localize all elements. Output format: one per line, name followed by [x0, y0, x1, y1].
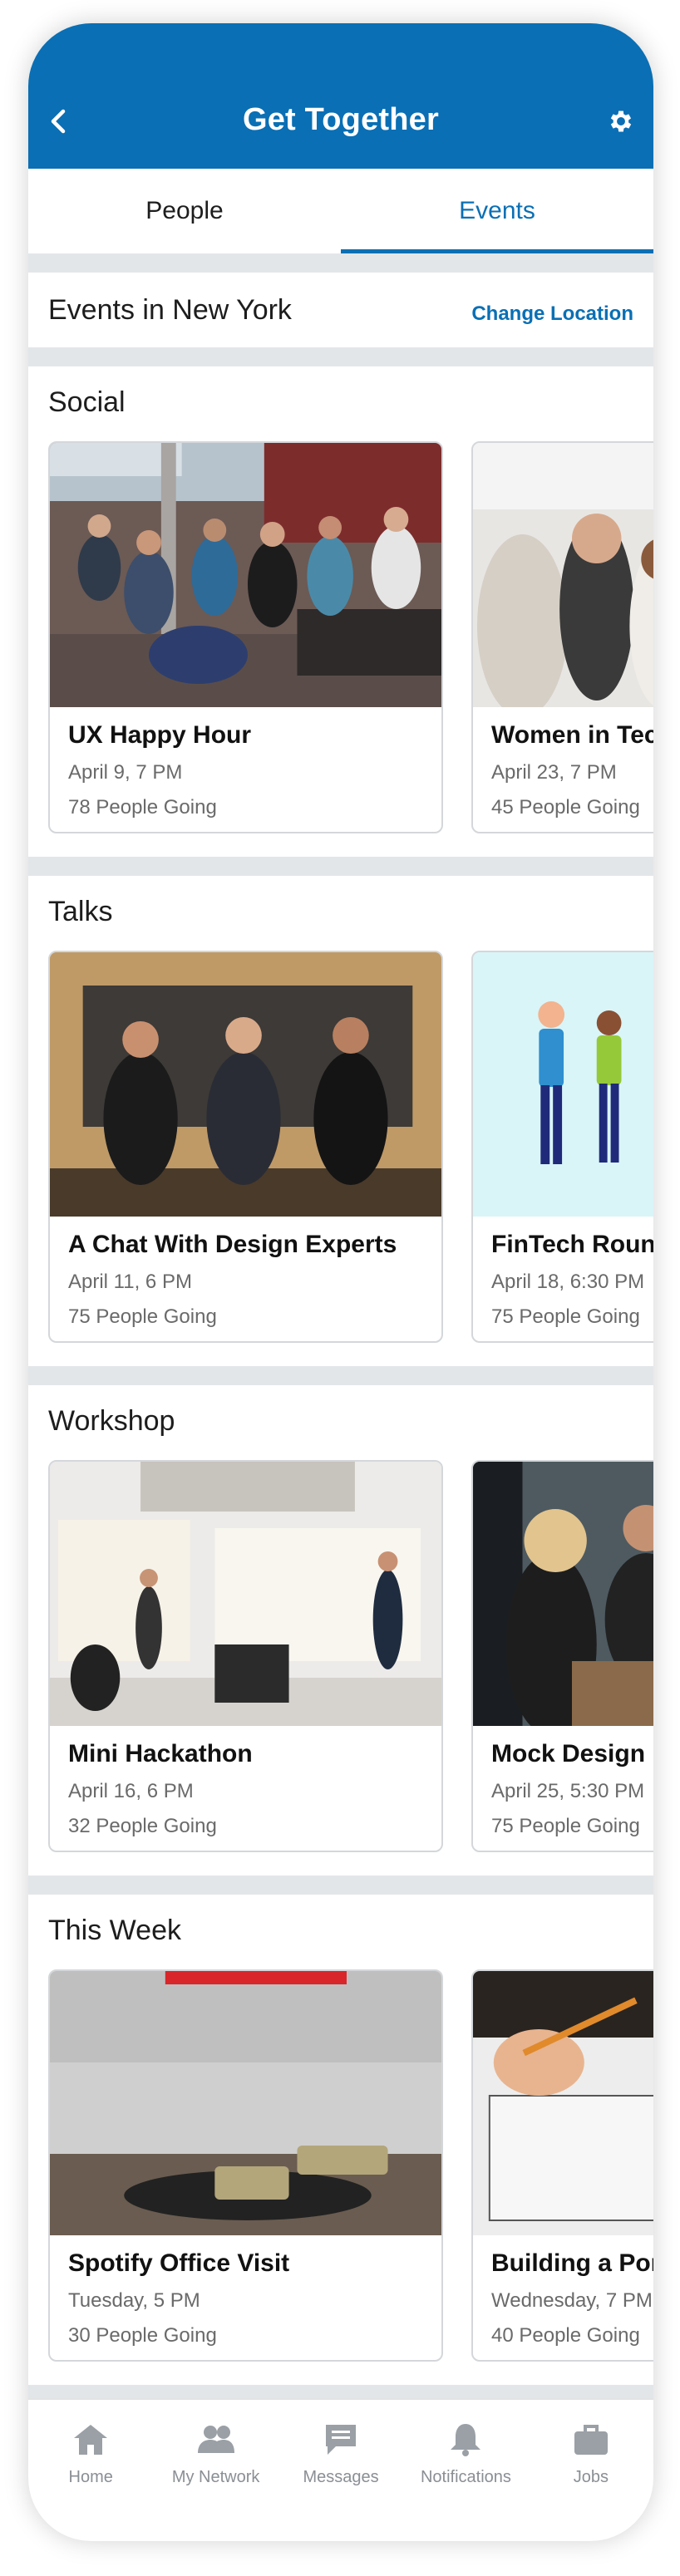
phone-frame: Get Together People Events Events in New…	[28, 23, 653, 2541]
event-card[interactable]: UX Happy Hour April 9, 7 PM 78 People Go…	[48, 441, 443, 833]
event-title: Mini Hackathon	[68, 1740, 253, 1767]
section-title: This Week	[48, 1915, 181, 1946]
event-title: Building a Por	[491, 2249, 653, 2277]
event-image	[50, 952, 441, 1217]
event-attendance: 32 People Going	[68, 1815, 217, 1837]
section-workshop: Workshop Mini Hackathon April 16, 6 PM 3…	[28, 1385, 653, 1875]
event-title: FinTech Round	[491, 1231, 653, 1258]
event-image	[473, 1462, 653, 1726]
nav-label: Notifications	[420, 2468, 511, 2486]
event-attendance: 30 People Going	[68, 2324, 217, 2347]
event-date: April 23, 7 PM	[491, 761, 617, 784]
event-image	[473, 443, 653, 707]
event-date: April 16, 6 PM	[68, 1780, 194, 1802]
event-image	[50, 443, 441, 707]
event-card[interactable]: A Chat With Design Experts April 11, 6 P…	[48, 951, 443, 1343]
nav-my-network[interactable]: My Network	[153, 2400, 278, 2541]
event-date: Tuesday, 5 PM	[68, 2289, 200, 2312]
event-card[interactable]: FinTech Round April 18, 6:30 PM 75 Peopl…	[471, 951, 653, 1343]
nav-label: Home	[68, 2468, 113, 2486]
event-attendance: 75 People Going	[491, 1815, 640, 1837]
event-attendance: 75 People Going	[491, 1305, 640, 1328]
gear-icon[interactable]	[607, 107, 635, 135]
event-attendance: 45 People Going	[491, 796, 640, 819]
event-image	[473, 1971, 653, 2235]
event-image	[50, 1971, 441, 2235]
event-date: April 18, 6:30 PM	[491, 1271, 645, 1293]
event-title: Mock Design I	[491, 1740, 653, 1767]
bell-icon	[446, 2421, 485, 2458]
event-image	[473, 952, 653, 1217]
event-attendance: 40 People Going	[491, 2324, 640, 2347]
page-title: Get Together	[242, 102, 440, 137]
people-icon	[196, 2421, 236, 2458]
change-location-link[interactable]: Change Location	[471, 302, 633, 326]
location-label: Events in New York	[48, 294, 292, 326]
section-this-week: This Week Spotify Office Visit Tuesday, …	[28, 1895, 653, 2385]
nav-home[interactable]: Home	[28, 2400, 153, 2541]
event-card[interactable]: Mock Design I April 25, 5:30 PM 75 Peopl…	[471, 1460, 653, 1852]
nav-label: My Network	[171, 2468, 260, 2486]
nav-label: Messages	[303, 2468, 379, 2486]
tab-people[interactable]: People	[28, 169, 341, 253]
bottom-nav: Home My Network Messages Notifications J…	[28, 2398, 653, 2541]
event-card[interactable]: Mini Hackathon April 16, 6 PM 32 People …	[48, 1460, 443, 1852]
event-card[interactable]: Women in Tec April 23, 7 PM 45 People Go…	[471, 441, 653, 833]
event-attendance: 78 People Going	[68, 796, 217, 819]
home-icon	[71, 2421, 111, 2458]
section-social: Social UX Happy Hour April 9, 7 PM 78 Pe…	[28, 366, 653, 857]
message-icon	[321, 2421, 361, 2458]
nav-messages[interactable]: Messages	[278, 2400, 403, 2541]
nav-jobs[interactable]: Jobs	[529, 2400, 653, 2541]
event-card[interactable]: Spotify Office Visit Tuesday, 5 PM 30 Pe…	[48, 1969, 443, 2362]
event-title: Spotify Office Visit	[68, 2249, 290, 2277]
event-date: April 25, 5:30 PM	[491, 1780, 645, 1802]
event-date: April 9, 7 PM	[68, 761, 183, 784]
event-date: Wednesday, 7 PM	[491, 2289, 653, 2312]
section-title: Talks	[48, 896, 113, 927]
nav-label: Jobs	[573, 2468, 609, 2486]
nav-notifications[interactable]: Notifications	[403, 2400, 528, 2541]
tab-bar: People Events	[28, 169, 653, 253]
event-title: A Chat With Design Experts	[68, 1231, 397, 1258]
briefcase-icon	[571, 2421, 611, 2458]
section-title: Social	[48, 386, 126, 418]
section-title: Workshop	[48, 1405, 175, 1437]
event-attendance: 75 People Going	[68, 1305, 217, 1328]
location-bar: Events in New York Change Location	[28, 273, 653, 347]
event-title: Women in Tec	[491, 721, 653, 749]
section-talks: Talks A Chat With Design Experts April 1…	[28, 876, 653, 1366]
event-image	[50, 1462, 441, 1726]
event-date: April 11, 6 PM	[68, 1271, 192, 1293]
event-card[interactable]: Building a Por Wednesday, 7 PM 40 People…	[471, 1969, 653, 2362]
tab-events[interactable]: Events	[341, 169, 653, 253]
event-title: UX Happy Hour	[68, 721, 252, 749]
app-header: Get Together	[28, 23, 653, 169]
